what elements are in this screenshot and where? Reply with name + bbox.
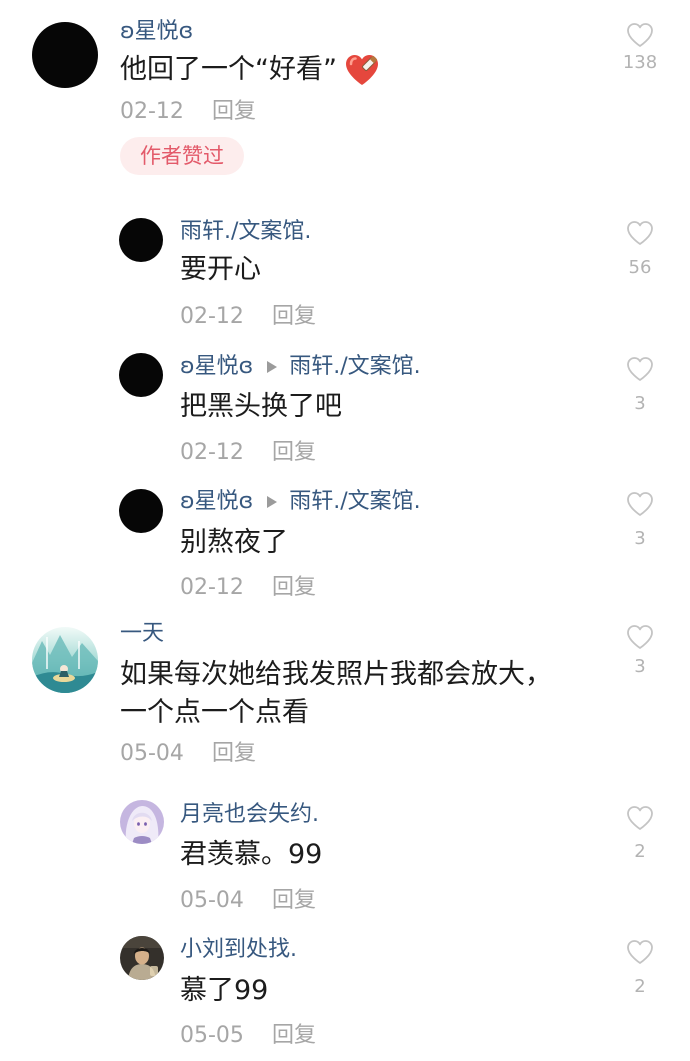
reply-username-row: ʚ星悦ɞ 雨轩./文案馆.: [180, 353, 421, 381]
reply-date: 05-05: [180, 1023, 244, 1048]
avatar[interactable]: [32, 22, 98, 88]
reply-button[interactable]: 回复: [272, 439, 316, 467]
reply-content[interactable]: 君羡慕。99: [180, 838, 322, 872]
reply-button[interactable]: 回复: [212, 98, 256, 126]
reply-date: 02-12: [180, 440, 244, 465]
comment-content[interactable]: 如果每次她给我发照片我都会放大，一个点一个点看: [120, 656, 560, 732]
like-button[interactable]: 3: [610, 356, 670, 415]
heart-outline-icon[interactable]: [625, 22, 655, 48]
reply-to-username[interactable]: 雨轩./文案馆.: [289, 353, 420, 381]
comment-meta: 02-12 回复: [120, 98, 256, 126]
like-count: 3: [634, 528, 646, 549]
reply-content[interactable]: 别熬夜了: [180, 526, 288, 560]
comment-date: 02-12: [120, 99, 184, 124]
reply-content[interactable]: 把黑头换了吧: [180, 390, 342, 424]
reply-to-username[interactable]: 雨轩./文案馆.: [289, 488, 420, 516]
comment-username[interactable]: ʚ星悦ɞ: [120, 18, 193, 46]
reply-meta: 02-12 回复: [180, 303, 316, 331]
reply-date: 02-12: [180, 304, 244, 329]
reply-username[interactable]: ʚ星悦ɞ: [180, 488, 253, 516]
avatar-image: [120, 800, 164, 844]
heart-outline-icon[interactable]: [625, 356, 655, 382]
author-liked-badge: 作者赞过: [120, 137, 244, 175]
heart-outline-icon[interactable]: [625, 939, 655, 965]
comment-text[interactable]: 他回了一个“好看”: [120, 53, 337, 87]
like-button[interactable]: 56: [610, 220, 670, 279]
like-button[interactable]: 138: [610, 22, 670, 74]
like-button[interactable]: 3: [610, 491, 670, 550]
like-button[interactable]: 2: [610, 805, 670, 863]
reply-button[interactable]: 回复: [272, 1022, 316, 1050]
heart-outline-icon[interactable]: [625, 624, 655, 650]
reply-button[interactable]: 回复: [272, 574, 316, 602]
triangle-right-icon: [267, 361, 278, 373]
triangle-right-icon: [267, 496, 278, 508]
like-button[interactable]: 3: [610, 624, 670, 678]
comment-meta: 05-04 回复: [120, 740, 256, 768]
comment-date: 05-04: [120, 741, 184, 766]
reply-username[interactable]: 雨轩./文案馆.: [180, 218, 311, 246]
heart-outline-icon[interactable]: [625, 805, 655, 831]
reply-button[interactable]: 回复: [272, 887, 316, 915]
reply-username[interactable]: ʚ星悦ɞ: [180, 353, 253, 381]
avatar-image: [120, 936, 164, 980]
comment-content[interactable]: 他回了一个“好看”: [120, 53, 381, 87]
like-count: 2: [634, 976, 646, 997]
avatar[interactable]: [119, 353, 163, 397]
like-count: 3: [634, 656, 646, 677]
like-count: 56: [628, 257, 652, 278]
reply-button[interactable]: 回复: [212, 740, 256, 768]
reply-meta: 05-04 回复: [180, 887, 316, 915]
like-count: 3: [634, 393, 646, 414]
avatar-image: [32, 627, 98, 693]
like-count: 138: [622, 52, 658, 73]
avatar[interactable]: [120, 936, 164, 980]
avatar[interactable]: [119, 489, 163, 533]
heart-outline-icon[interactable]: [625, 491, 655, 517]
comment-username[interactable]: 一天: [120, 620, 164, 648]
reply-date: 02-12: [180, 575, 244, 600]
reply-meta: 02-12 回复: [180, 439, 316, 467]
avatar[interactable]: [120, 800, 164, 844]
reply-username[interactable]: 小刘到处找.: [180, 936, 297, 964]
reply-content[interactable]: 要开心: [180, 253, 261, 287]
reply-date: 05-04: [180, 888, 244, 913]
reply-username[interactable]: 月亮也会失约.: [180, 801, 319, 829]
avatar[interactable]: [32, 627, 98, 693]
reply-username-row: ʚ星悦ɞ 雨轩./文案馆.: [180, 488, 421, 516]
like-button[interactable]: 2: [610, 939, 670, 998]
heart-outline-icon[interactable]: [625, 220, 655, 246]
reply-meta: 05-05 回复: [180, 1022, 316, 1050]
like-count: 2: [634, 841, 646, 862]
avatar[interactable]: [119, 218, 163, 262]
heart-emoji: [345, 55, 378, 85]
reply-meta: 02-12 回复: [180, 574, 316, 602]
reply-button[interactable]: 回复: [272, 303, 316, 331]
reply-content[interactable]: 慕了99: [180, 974, 268, 1008]
